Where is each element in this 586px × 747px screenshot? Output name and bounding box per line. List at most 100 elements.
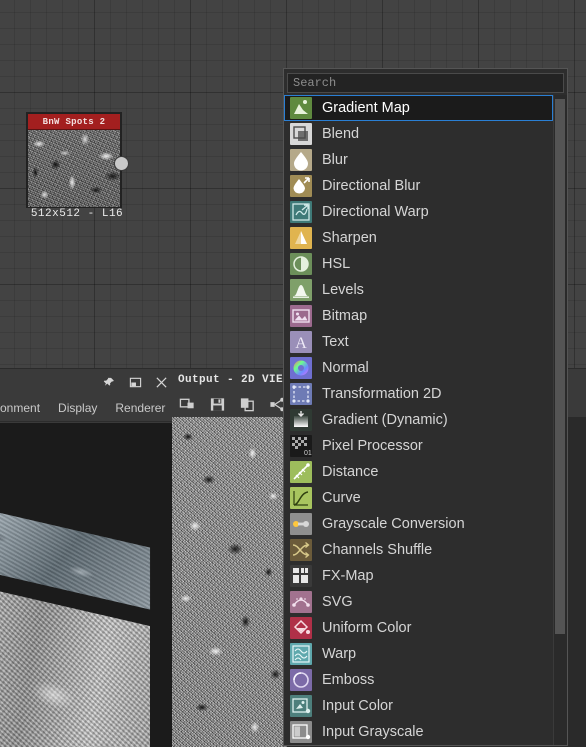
tab-display[interactable]: Display xyxy=(58,401,97,415)
node-title: BnW Spots 2 xyxy=(28,114,120,130)
maximize-icon[interactable] xyxy=(128,375,142,389)
node-menu-item-gradient-map[interactable]: Gradient Map xyxy=(284,95,553,121)
node-menu-item-input-color[interactable]: Input Color xyxy=(284,693,553,719)
levels-icon xyxy=(290,279,312,301)
2d-texture-preview xyxy=(172,417,287,747)
node-menu-item-label: Blend xyxy=(322,126,360,142)
tab-renderer[interactable]: Renderer xyxy=(115,401,165,415)
node-menu-item-label: Curve xyxy=(322,490,361,506)
3d-panel-window-controls xyxy=(102,369,168,395)
node-menu-item-distance[interactable]: Distance xyxy=(284,459,553,485)
node-menu-item-svg[interactable]: SVG xyxy=(284,589,553,615)
node-menu-item-label: Pixel Processor xyxy=(322,438,423,454)
node-menu-item-normal[interactable]: Normal xyxy=(284,355,553,381)
node-menu-item-label: Sharpen xyxy=(322,230,377,246)
node-menu-item-pixel-processor[interactable]: 01 Pixel Processor xyxy=(284,433,553,459)
search-input[interactable] xyxy=(287,73,564,93)
node-creation-menu[interactable]: Gradient Map Blend Blur Directional Blur Dir… xyxy=(283,68,568,746)
svg-icon xyxy=(290,591,312,613)
hsl-icon xyxy=(290,253,312,275)
node-menu-item-label: Bitmap xyxy=(322,308,368,324)
node-menu-item-label: Transformation 2D xyxy=(322,386,442,402)
gradient-map-icon xyxy=(290,97,312,119)
node-menu-item-label: HSL xyxy=(322,256,351,272)
graph-node-bnw-spots-2[interactable]: BnW Spots 2 xyxy=(26,112,129,208)
node-menu-item-input-grayscale[interactable]: Input Grayscale xyxy=(284,719,553,745)
node-menu-item-warp[interactable]: Warp xyxy=(284,641,553,667)
node-menu-item-gradient-dynamic[interactable]: Gradient (Dynamic) xyxy=(284,407,553,433)
blend-icon xyxy=(290,123,312,145)
svg-text:A: A xyxy=(295,335,307,352)
node-menu-item-uniform-color[interactable]: Uniform Color xyxy=(284,615,553,641)
cube-top-face xyxy=(0,494,150,610)
node-menu-item-label: Channels Shuffle xyxy=(322,542,433,558)
distance-icon xyxy=(290,461,312,483)
3d-viewport[interactable] xyxy=(0,423,172,747)
warp-icon xyxy=(290,643,312,665)
directional-warp-icon xyxy=(290,201,312,223)
copy-icon[interactable] xyxy=(238,395,256,413)
node-menu-item-grayscale-conversion[interactable]: Grayscale Conversion xyxy=(284,511,553,537)
node-menu-list-wrap: Gradient Map Blend Blur Directional Blur Dir… xyxy=(284,95,567,745)
node-menu-item-blur[interactable]: Blur xyxy=(284,147,553,173)
uniform-color-icon xyxy=(290,617,312,639)
node-menu-item-transformation-2d[interactable]: Transformation 2D xyxy=(284,381,553,407)
node-menu-item-label: Grayscale Conversion xyxy=(322,516,465,532)
node-menu-item-label: Directional Blur xyxy=(322,178,421,194)
sharpen-icon xyxy=(290,227,312,249)
grayscale-conversion-icon xyxy=(290,513,312,535)
input-grayscale-icon xyxy=(290,721,312,743)
curve-icon xyxy=(290,487,312,509)
node-menu-item-label: Input Color xyxy=(322,698,393,714)
node-menu-list[interactable]: Gradient Map Blend Blur Directional Blur Dir… xyxy=(284,95,553,745)
3d-panel-titlebar xyxy=(0,369,172,395)
node-menu-item-label: Levels xyxy=(322,282,364,298)
node-menu-item-directional-warp[interactable]: Directional Warp xyxy=(284,199,553,225)
node-menu-item-label: Blur xyxy=(322,152,348,168)
3d-view-panel: onment Display Renderer xyxy=(0,368,172,747)
node-menu-item-sharpen[interactable]: Sharpen xyxy=(284,225,553,251)
close-icon[interactable] xyxy=(154,375,168,389)
node-menu-item-label: Distance xyxy=(322,464,379,480)
node-menu-scrollbar-track[interactable] xyxy=(553,95,567,745)
node-menu-search-row xyxy=(284,69,567,95)
text-icon: A xyxy=(290,331,312,353)
3d-panel-tab-bar[interactable]: onment Display Renderer xyxy=(0,395,172,422)
pin-icon[interactable] xyxy=(102,375,116,389)
emboss-icon xyxy=(290,669,312,691)
node-menu-item-levels[interactable]: Levels xyxy=(284,277,553,303)
pixel-processor-icon: 01 xyxy=(290,435,312,457)
node-menu-item-label: Warp xyxy=(322,646,357,662)
node-menu-item-label: Normal xyxy=(322,360,369,376)
node-thumbnail xyxy=(28,130,120,207)
tab-environment[interactable]: onment xyxy=(0,401,40,415)
input-color-icon xyxy=(290,695,312,717)
node-menu-item-fx-map[interactable]: FX-Map xyxy=(284,563,553,589)
node-menu-item-label: Emboss xyxy=(322,672,375,688)
node-menu-item-label: Input Grayscale xyxy=(322,724,424,740)
transformation-2d-icon xyxy=(290,383,312,405)
node-menu-item-blend[interactable]: Blend xyxy=(284,121,553,147)
svg-text:01: 01 xyxy=(304,450,312,457)
blur-icon xyxy=(290,149,312,171)
node-caption: 512x512 - L16 xyxy=(30,208,124,220)
duplicate-icon[interactable] xyxy=(178,395,196,413)
node-menu-item-label: Gradient Map xyxy=(322,100,410,116)
node-menu-item-hsl[interactable]: HSL xyxy=(284,251,553,277)
directional-blur-icon xyxy=(290,175,312,197)
node-menu-item-curve[interactable]: Curve xyxy=(284,485,553,511)
node-menu-item-directional-blur[interactable]: Directional Blur xyxy=(284,173,553,199)
node-menu-item-channels-shuffle[interactable]: Channels Shuffle xyxy=(284,537,553,563)
node-menu-item-text[interactable]: A Text xyxy=(284,329,553,355)
node-menu-item-bitmap[interactable]: Bitmap xyxy=(284,303,553,329)
gradient-dynamic-icon xyxy=(290,409,312,431)
node-menu-item-label: Gradient (Dynamic) xyxy=(322,412,448,428)
channels-shuffle-icon xyxy=(290,539,312,561)
node-menu-item-label: Text xyxy=(322,334,349,350)
save-icon[interactable] xyxy=(208,395,226,413)
node-menu-item-emboss[interactable]: Emboss xyxy=(284,667,553,693)
node-menu-item-label: Directional Warp xyxy=(322,204,429,220)
node-output-port[interactable] xyxy=(114,156,129,171)
node-menu-scrollbar-thumb[interactable] xyxy=(555,99,565,634)
node-menu-item-label: SVG xyxy=(322,594,353,610)
